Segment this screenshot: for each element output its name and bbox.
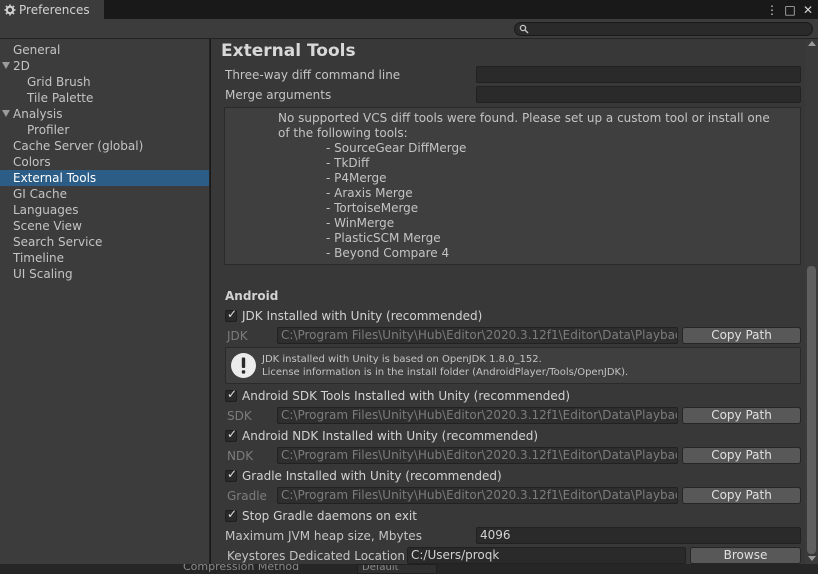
sidebar-item-timeline[interactable]: Timeline <box>0 250 209 266</box>
keystores-label: Keystores Dedicated Location <box>227 549 405 563</box>
keystores-field[interactable]: C:/Users/proqk <box>407 547 686 564</box>
merge-args-label: Merge arguments <box>225 88 332 102</box>
vcs-tools-message: No supported VCS diff tools were found. … <box>224 107 801 265</box>
ndk-checkbox-label: Android NDK Installed with Unity (recomm… <box>242 429 539 443</box>
tab-title: Preferences <box>19 2 90 17</box>
stop-gradle-checkbox[interactable] <box>225 507 237 522</box>
diff-command-field[interactable] <box>476 66 801 83</box>
sidebar-item-label: Analysis <box>13 107 63 121</box>
sidebar-item-analysis[interactable]: Analysis <box>0 106 209 122</box>
vcs-tool-item: - TortoiseMerge <box>326 201 419 215</box>
background-label: Compression Method <box>183 564 300 573</box>
background-dropdown: Default <box>357 564 437 574</box>
external-tools-panel: External Tools Three-way diff command li… <box>211 39 818 564</box>
vcs-tool-item: - Araxis Merge <box>326 186 413 200</box>
sdk-path-field[interactable]: C:\Program Files\Unity\Hub\Editor\2020.3… <box>277 407 678 424</box>
gradle-checkbox-label: Gradle Installed with Unity (recommended… <box>242 469 502 483</box>
window-controls: ⋮ □ ✕ <box>766 0 814 19</box>
sidebar-item-scene-view[interactable]: Scene View <box>0 218 209 234</box>
vcs-tool-item: - P4Merge <box>326 171 387 185</box>
preferences-tab[interactable]: Preferences <box>0 0 104 19</box>
vcs-tool-item: - WinMerge <box>326 216 395 230</box>
sidebar-item-cache-server[interactable]: Cache Server (global) <box>0 138 209 154</box>
window-tab-bar: Preferences ⋮ □ ✕ <box>0 0 818 19</box>
sdk-field-label: SDK <box>227 409 252 423</box>
merge-args-field[interactable] <box>476 86 801 103</box>
jdk-notice-line: JDK installed with Unity is based on Ope… <box>262 354 542 365</box>
search-icon <box>519 24 529 34</box>
jdk-path-field[interactable]: C:\Program Files\Unity\Hub\Editor\2020.3… <box>277 327 678 344</box>
vcs-tool-item: - TkDiff <box>326 156 370 170</box>
close-icon[interactable]: ✕ <box>802 3 814 17</box>
foldout-arrow-icon[interactable] <box>2 110 10 117</box>
ndk-checkbox[interactable] <box>225 427 237 442</box>
ndk-path-field[interactable]: C:\Program Files\Unity\Hub\Editor\2020.3… <box>277 447 678 464</box>
scroll-up-arrow-icon[interactable] <box>808 41 816 46</box>
gradle-path-field[interactable]: C:\Program Files\Unity\Hub\Editor\2020.3… <box>277 487 678 504</box>
sidebar-item-search-service[interactable]: Search Service <box>0 234 209 250</box>
vcs-tool-item: - PlasticSCM Merge <box>326 231 441 245</box>
jdk-field-label: JDK <box>227 329 248 343</box>
kebab-menu-icon[interactable]: ⋮ <box>766 3 778 17</box>
browse-button[interactable]: Browse <box>690 547 801 564</box>
jdk-notice-line: License information is in the install fo… <box>262 367 629 378</box>
jvm-heap-label: Maximum JVM heap size, Mbytes <box>225 529 422 543</box>
background-window-strip: Compression Method Default <box>0 564 818 574</box>
preferences-sidebar: General 2D Grid Brush Tile Palette Analy… <box>0 39 210 564</box>
sidebar-item-external-tools[interactable]: External Tools <box>0 170 209 186</box>
gradle-checkbox[interactable] <box>225 467 237 482</box>
gradle-field-label: Gradle <box>227 489 267 503</box>
gear-icon <box>4 4 16 15</box>
search-input[interactable] <box>514 22 813 36</box>
sidebar-item-gi-cache[interactable]: GI Cache <box>0 186 209 202</box>
sdk-checkbox[interactable] <box>225 387 237 402</box>
vcs-tool-item: - SourceGear DiffMerge <box>326 141 467 155</box>
vcs-message-text: No supported VCS diff tools were found. … <box>278 111 770 140</box>
android-section-title: Android <box>225 289 279 303</box>
maximize-icon[interactable]: □ <box>784 3 796 17</box>
diff-command-label: Three-way diff command line <box>225 68 401 82</box>
jdk-checkbox[interactable] <box>225 307 237 322</box>
sidebar-item-general[interactable]: General <box>0 42 209 58</box>
preferences-toolbar <box>0 19 818 39</box>
sidebar-item-tile-palette[interactable]: Tile Palette <box>0 90 209 106</box>
vcs-tool-item: - Beyond Compare 4 <box>326 246 450 260</box>
ndk-copy-path-button[interactable]: Copy Path <box>682 447 801 464</box>
jvm-heap-field[interactable]: 4096 <box>476 527 801 544</box>
sdk-checkbox-label: Android SDK Tools Installed with Unity (… <box>242 389 571 403</box>
page-title: External Tools <box>221 41 356 61</box>
sidebar-item-grid-brush[interactable]: Grid Brush <box>0 74 209 90</box>
jdk-notice-text: JDK installed with Unity is based on Ope… <box>262 353 628 379</box>
sidebar-item-languages[interactable]: Languages <box>0 202 209 218</box>
warning-icon <box>231 353 256 378</box>
sidebar-item-colors[interactable]: Colors <box>0 154 209 170</box>
stop-gradle-label: Stop Gradle daemons on exit <box>242 509 417 523</box>
sidebar-item-ui-scaling[interactable]: UI Scaling <box>0 266 209 282</box>
sidebar-item-profiler[interactable]: Profiler <box>0 122 209 138</box>
vertical-scrollbar[interactable] <box>805 39 818 564</box>
gradle-copy-path-button[interactable]: Copy Path <box>682 487 801 504</box>
scroll-down-arrow-icon[interactable] <box>808 556 816 561</box>
sidebar-item-2d[interactable]: 2D <box>0 58 209 74</box>
scrollbar-thumb[interactable] <box>807 266 816 554</box>
jdk-copy-path-button[interactable]: Copy Path <box>682 327 801 344</box>
sidebar-item-label: 2D <box>13 59 30 73</box>
jdk-license-notice: JDK installed with Unity is based on Ope… <box>225 347 801 384</box>
sdk-copy-path-button[interactable]: Copy Path <box>682 407 801 424</box>
jdk-checkbox-label: JDK Installed with Unity (recommended) <box>242 309 483 323</box>
ndk-field-label: NDK <box>227 449 254 463</box>
foldout-arrow-icon[interactable] <box>2 62 10 69</box>
